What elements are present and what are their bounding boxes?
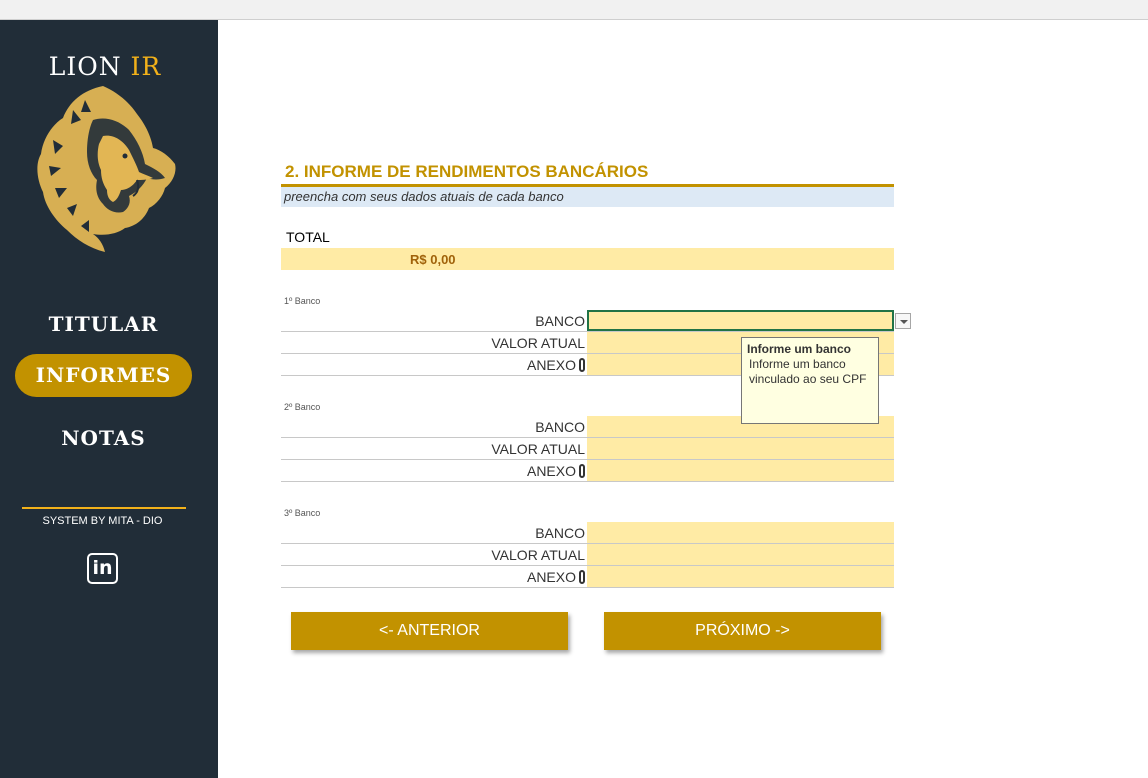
anexo-label-text: ANEXO: [526, 357, 576, 373]
bank1-banco-row: BANCO: [281, 310, 894, 332]
bank2-anexo-field[interactable]: [587, 460, 894, 481]
total-value: R$ 0,00: [410, 252, 456, 267]
bank3-valor-row: VALOR ATUAL: [281, 544, 894, 566]
bank1-banco-field[interactable]: [587, 310, 894, 331]
anexo-label: ANEXO: [527, 463, 585, 479]
top-bar: [0, 0, 1148, 20]
linkedin-glyph: in: [92, 557, 113, 579]
group-label-2: 2º Banco: [284, 402, 321, 412]
page-title: 2. INFORME DE RENDIMENTOS BANCÁRIOS: [285, 162, 649, 181]
valor-atual-label: VALOR ATUAL: [491, 547, 585, 563]
banco-label: BANCO: [535, 419, 585, 435]
brand-title: LION IR: [0, 52, 210, 81]
previous-button[interactable]: <- ANTERIOR: [291, 612, 568, 650]
bank3-banco-row: BANCO: [281, 522, 894, 544]
bank3-banco-field[interactable]: [587, 522, 894, 543]
anexo-label-text: ANEXO: [526, 569, 576, 585]
group-label-1: 1º Banco: [284, 296, 321, 306]
chevron-down-icon[interactable]: [895, 313, 911, 329]
nav-titular[interactable]: TITULAR: [15, 303, 192, 346]
banco-label: BANCO: [535, 525, 585, 541]
bank2-anexo-row: ANEXO: [281, 460, 894, 482]
bank3-anexo-row: ANEXO: [281, 566, 894, 588]
sidebar-divider: [22, 507, 186, 509]
total-label: TOTAL: [286, 229, 330, 245]
valor-atual-label: VALOR ATUAL: [491, 441, 585, 457]
total-box: [281, 248, 894, 270]
sidebar: LION IR TITULAR INFORMES NOTAS SYSTEM BY…: [0, 20, 218, 778]
paperclip-icon: [579, 464, 585, 478]
nav-informes[interactable]: INFORMES: [15, 354, 192, 397]
tooltip-title: Informe um banco: [747, 342, 852, 356]
brand-accent: IR: [130, 52, 162, 81]
bank3-anexo-field[interactable]: [587, 566, 894, 587]
anexo-label: ANEXO: [527, 357, 585, 373]
paperclip-icon: [579, 570, 585, 584]
nav-notas[interactable]: NOTAS: [15, 417, 192, 460]
bank3-valor-field[interactable]: [587, 544, 894, 565]
system-credit: SYSTEM BY MITA - DIO: [42, 515, 163, 527]
lion-head-icon: [37, 86, 176, 252]
valor-atual-label: VALOR ATUAL: [491, 335, 585, 351]
tooltip-body: Informe um banco vinculado ao seu CPF: [749, 357, 867, 386]
banco-label: BANCO: [535, 313, 585, 329]
paperclip-icon: [579, 358, 585, 372]
validation-tooltip: Informe um banco Informe um banco vincul…: [741, 337, 879, 424]
linkedin-icon[interactable]: in: [87, 553, 118, 584]
anexo-label: ANEXO: [527, 569, 585, 585]
page-subtitle: preencha com seus dados atuais de cada b…: [281, 187, 894, 207]
bank2-valor-field[interactable]: [587, 438, 894, 459]
next-button[interactable]: PRÓXIMO ->: [604, 612, 881, 650]
anexo-label-text: ANEXO: [526, 463, 576, 479]
group-label-3: 3º Banco: [284, 508, 321, 518]
brand-main: LION: [48, 52, 122, 81]
bank2-valor-row: VALOR ATUAL: [281, 438, 894, 460]
